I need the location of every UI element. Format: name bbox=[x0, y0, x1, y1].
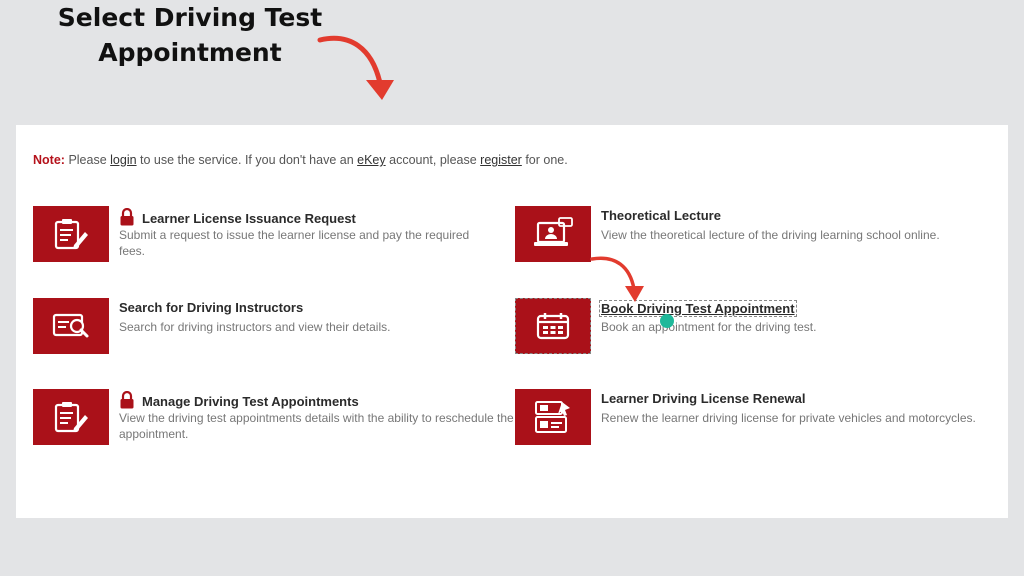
service-tile-button[interactable] bbox=[33, 206, 109, 262]
service-title: Theoretical Lecture bbox=[601, 208, 721, 223]
note-text: account, please bbox=[385, 153, 481, 167]
ekey-link[interactable]: eKey bbox=[357, 153, 386, 167]
service-tile-button[interactable] bbox=[33, 298, 109, 354]
license-card-icon bbox=[535, 401, 570, 433]
note-text: to use the service. If you don't have an bbox=[136, 153, 358, 167]
lock-icon bbox=[119, 207, 135, 229]
login-note: Note: Please login to use the service. I… bbox=[33, 153, 568, 167]
service-title: Manage Driving Test Appointments bbox=[142, 394, 359, 409]
service-title: Search for Driving Instructors bbox=[119, 300, 304, 315]
note-text: Please bbox=[68, 153, 111, 167]
clipboard-edit-icon bbox=[54, 219, 88, 250]
service-title-link[interactable]: Theoretical Lecture bbox=[601, 208, 721, 223]
service-tile-button[interactable] bbox=[515, 206, 591, 262]
service-title: Learner Driving License Renewal bbox=[601, 391, 806, 406]
note-label: Note: bbox=[33, 153, 65, 167]
annotation-arrow-icon bbox=[590, 256, 644, 302]
annotation-headline: Select Driving Test Appointment bbox=[40, 0, 340, 70]
service-title-link[interactable]: Learner License Issuance Request bbox=[119, 207, 356, 229]
annotation-arrow-icon bbox=[317, 35, 394, 100]
note-text: for one. bbox=[521, 153, 568, 167]
online-lecture-icon bbox=[534, 217, 573, 246]
service-title-link[interactable]: Learner Driving License Renewal bbox=[601, 391, 805, 406]
service-description: Renew the learner driving license for pr… bbox=[601, 411, 976, 425]
service-title: Learner License Issuance Request bbox=[142, 211, 356, 226]
service-title-link[interactable]: Search for Driving Instructors bbox=[119, 300, 303, 315]
clipboard-edit-icon bbox=[54, 402, 88, 433]
service-tile-button[interactable] bbox=[515, 298, 591, 354]
services-panel: Note: Please login to use the service. I… bbox=[16, 125, 1008, 518]
mouse-cursor bbox=[660, 314, 674, 328]
service-tile-button[interactable] bbox=[515, 389, 591, 445]
service-title-link[interactable]: Manage Driving Test Appointments bbox=[119, 390, 359, 412]
annotation-headline-line1: Select Driving Test bbox=[57, 3, 323, 32]
service-description: View the theoretical lecture of the driv… bbox=[601, 228, 940, 242]
service-description: Submit a request to issue the learner li… bbox=[119, 228, 470, 258]
register-link[interactable]: register bbox=[480, 153, 522, 167]
id-card-search-icon bbox=[52, 313, 89, 338]
calendar-icon bbox=[536, 313, 570, 340]
service-tile-button[interactable] bbox=[33, 389, 109, 445]
service-description: View the driving test appointments detai… bbox=[119, 411, 514, 441]
lock-icon bbox=[119, 390, 135, 412]
annotation-headline-line2: Appointment bbox=[98, 38, 282, 67]
service-description: Search for driving instructors and view … bbox=[119, 320, 391, 334]
login-link[interactable]: login bbox=[110, 153, 136, 167]
